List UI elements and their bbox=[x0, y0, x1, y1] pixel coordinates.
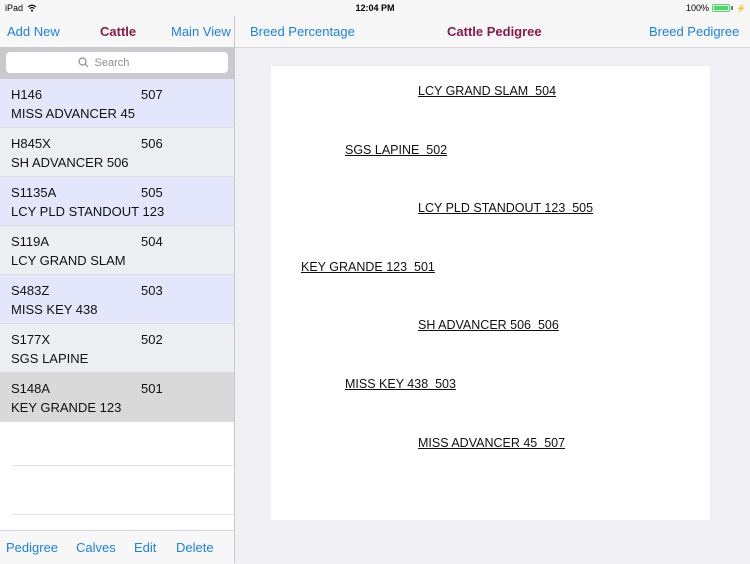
master-title: Cattle bbox=[100, 24, 137, 39]
row-name: MISS ADVANCER 45 bbox=[11, 106, 136, 121]
pedigree-sire-sire-link[interactable]: LCY GRAND SLAM 504 bbox=[418, 84, 556, 98]
row-number: 505 bbox=[141, 185, 163, 200]
clock: 12:04 PM bbox=[355, 3, 395, 13]
detail-nav-bar: Breed Percentage Cattle Pedigree Breed P… bbox=[235, 16, 750, 48]
pedigree-sire-dam-link[interactable]: LCY PLD STANDOUT 123 505 bbox=[418, 201, 593, 215]
master-pane: Add New Cattle Main View H146 507 MISS A… bbox=[0, 0, 235, 564]
battery-tip bbox=[731, 6, 734, 10]
battery-percent: 100% bbox=[686, 3, 710, 13]
pedigree-card: LCY GRAND SLAM 504 SGS LAPINE 502 LCY PL… bbox=[271, 66, 710, 520]
row-number: 506 bbox=[141, 136, 163, 151]
battery-level-fill bbox=[714, 6, 729, 10]
search-bar bbox=[0, 47, 234, 79]
empty-row-separator bbox=[12, 465, 234, 466]
battery-icon bbox=[712, 4, 731, 12]
breed-pedigree-button[interactable]: Breed Pedigree bbox=[649, 24, 739, 39]
row-tag: S483Z bbox=[11, 283, 50, 298]
row-name: LCY PLD STANDOUT 123 bbox=[11, 204, 165, 219]
pedigree-dam-dam-link[interactable]: MISS ADVANCER 45 507 bbox=[418, 436, 565, 450]
cattle-row[interactable]: S483Z 503 MISS KEY 438 bbox=[0, 275, 234, 324]
pedigree-sire-link[interactable]: SGS LAPINE 502 bbox=[345, 143, 447, 157]
bolt-icon: ⚡ bbox=[736, 3, 746, 13]
row-number: 501 bbox=[141, 381, 163, 396]
main-view-button[interactable]: Main View bbox=[171, 24, 231, 39]
row-tag: H146 bbox=[11, 87, 43, 102]
edit-button[interactable]: Edit bbox=[134, 540, 156, 555]
cattle-row[interactable]: H146 507 MISS ADVANCER 45 bbox=[0, 79, 234, 128]
row-name: SH ADVANCER 506 bbox=[11, 155, 129, 170]
status-bar: iPad 12:04 PM 100% ⚡ bbox=[0, 0, 750, 16]
empty-row-separator bbox=[12, 514, 234, 515]
row-tag: S1135A bbox=[11, 185, 57, 200]
cattle-row[interactable]: S1135A 505 LCY PLD STANDOUT 123 bbox=[0, 177, 234, 226]
breed-percentage-button[interactable]: Breed Percentage bbox=[250, 24, 355, 39]
row-number: 503 bbox=[141, 283, 163, 298]
cattle-row-selected[interactable]: S148A 501 KEY GRANDE 123 bbox=[0, 373, 234, 422]
row-number: 502 bbox=[141, 332, 163, 347]
row-tag: S148A bbox=[11, 381, 51, 396]
row-name: MISS KEY 438 bbox=[11, 302, 98, 317]
search-input[interactable] bbox=[92, 55, 157, 70]
row-tag: S119A bbox=[11, 234, 50, 249]
calves-button[interactable]: Calves bbox=[76, 540, 116, 555]
cattle-row[interactable]: S119A 504 LCY GRAND SLAM bbox=[0, 226, 234, 275]
pedigree-dam-sire-link[interactable]: SH ADVANCER 506 506 bbox=[418, 318, 559, 332]
master-nav-bar: Add New Cattle Main View bbox=[0, 16, 234, 48]
pedigree-subject-link[interactable]: KEY GRANDE 123 501 bbox=[301, 260, 435, 274]
row-name: SGS LAPINE bbox=[11, 351, 89, 366]
detail-title: Cattle Pedigree bbox=[447, 24, 542, 39]
search-icon bbox=[77, 57, 88, 68]
row-name: LCY GRAND SLAM bbox=[11, 253, 126, 268]
row-name: KEY GRANDE 123 bbox=[11, 400, 122, 415]
cattle-row[interactable]: S177X 502 SGS LAPINE bbox=[0, 324, 234, 373]
cattle-row[interactable]: H845X 506 SH ADVANCER 506 bbox=[0, 128, 234, 177]
pedigree-button[interactable]: Pedigree bbox=[6, 540, 58, 555]
row-number: 507 bbox=[141, 87, 163, 102]
delete-button[interactable]: Delete bbox=[176, 540, 214, 555]
cattle-list: H146 507 MISS ADVANCER 45 H845X 506 SH A… bbox=[0, 79, 234, 422]
row-tag: S177X bbox=[11, 332, 51, 347]
row-number: 504 bbox=[141, 234, 163, 249]
row-tag: H845X bbox=[11, 136, 51, 151]
search-field[interactable] bbox=[6, 52, 228, 73]
add-new-button[interactable]: Add New bbox=[7, 24, 60, 39]
master-toolbar: Pedigree Calves Edit Delete bbox=[0, 530, 234, 564]
pedigree-dam-link[interactable]: MISS KEY 438 503 bbox=[345, 377, 456, 391]
